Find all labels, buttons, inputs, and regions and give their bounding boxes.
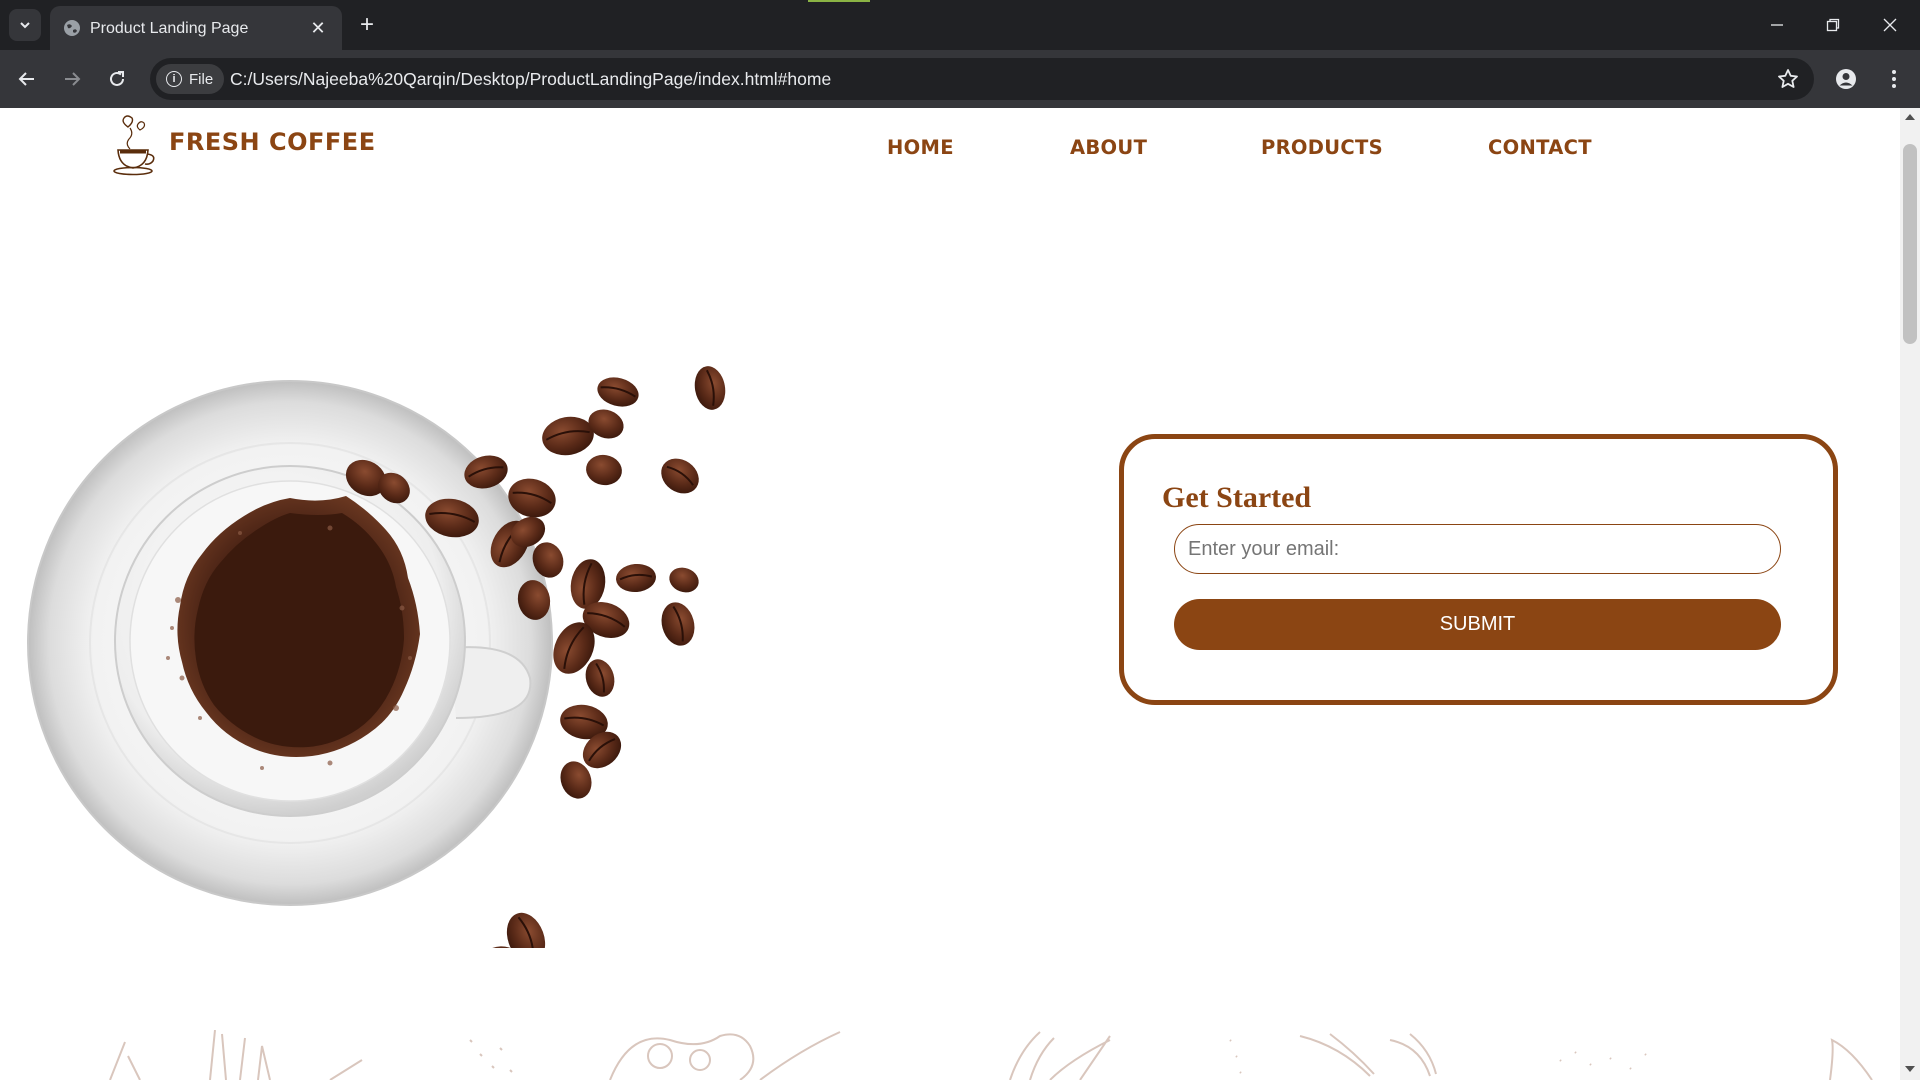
close-window-button[interactable] xyxy=(1872,10,1908,40)
bookmark-star-icon[interactable] xyxy=(1776,67,1800,91)
coffee-cup-illustration xyxy=(27,366,726,948)
coffee-sketch-background xyxy=(109,1030,1873,1080)
nav-contact[interactable]: CONTACT xyxy=(1488,136,1592,159)
get-started-heading: Get Started xyxy=(1162,481,1312,514)
site-chip-label: File xyxy=(189,70,214,88)
page-viewport: FRESH COFFEE HOME ABOUT PRODUCTS CONTACT xyxy=(0,108,1900,1080)
profile-icon xyxy=(1836,69,1856,89)
scroll-up-arrow-icon[interactable] xyxy=(1905,114,1915,120)
close-tab-icon[interactable]: ✕ xyxy=(308,18,328,38)
restore-icon xyxy=(1826,18,1840,32)
chevron-down-icon xyxy=(20,22,30,29)
coffee-cup-logo[interactable] xyxy=(110,114,160,184)
address-bar[interactable]: i File C:/Users/Najeeba%20Qarqin/Desktop… xyxy=(150,58,1814,100)
scroll-down-arrow-icon[interactable] xyxy=(1905,1066,1915,1072)
email-input[interactable] xyxy=(1174,524,1781,574)
globe-icon xyxy=(64,20,80,36)
menu-button[interactable] xyxy=(1878,63,1910,95)
site-info-chip[interactable]: i File xyxy=(156,64,224,94)
new-tab-button[interactable]: + xyxy=(354,12,380,38)
tab-accent-bar xyxy=(808,0,870,2)
info-icon: i xyxy=(166,71,182,87)
arrow-left-icon xyxy=(18,72,34,86)
minimize-button[interactable] xyxy=(1759,10,1795,40)
url-text[interactable]: C:/Users/Najeeba%20Qarqin/Desktop/Produc… xyxy=(230,69,831,90)
reload-button[interactable] xyxy=(101,63,133,95)
submit-button[interactable]: SUBMIT xyxy=(1174,599,1781,650)
nav-home[interactable]: HOME xyxy=(887,136,954,159)
browser-toolbar: i File C:/Users/Najeeba%20Qarqin/Desktop… xyxy=(0,50,1920,108)
forward-button[interactable] xyxy=(56,63,88,95)
browser-tab[interactable]: Product Landing Page ✕ xyxy=(50,6,342,50)
close-icon xyxy=(1883,18,1897,32)
get-started-card: Get Started SUBMIT xyxy=(1119,434,1838,705)
page-scrollbar[interactable] xyxy=(1900,108,1920,1080)
nav-about[interactable]: ABOUT xyxy=(1070,136,1147,159)
scrollbar-thumb[interactable] xyxy=(1903,144,1917,344)
more-vert-icon xyxy=(1892,70,1896,88)
reload-icon xyxy=(110,71,124,86)
tab-search-button[interactable] xyxy=(9,9,41,41)
restore-button[interactable] xyxy=(1815,10,1851,40)
tab-title: Product Landing Page xyxy=(90,20,249,37)
back-button[interactable] xyxy=(11,63,43,95)
brand-name[interactable]: FRESH COFFEE xyxy=(169,128,376,156)
arrow-right-icon xyxy=(65,72,81,86)
tab-strip: Product Landing Page ✕ + xyxy=(0,0,1920,50)
nav-products[interactable]: PRODUCTS xyxy=(1261,136,1383,159)
profile-button[interactable] xyxy=(1830,63,1862,95)
minimize-icon xyxy=(1771,24,1783,26)
